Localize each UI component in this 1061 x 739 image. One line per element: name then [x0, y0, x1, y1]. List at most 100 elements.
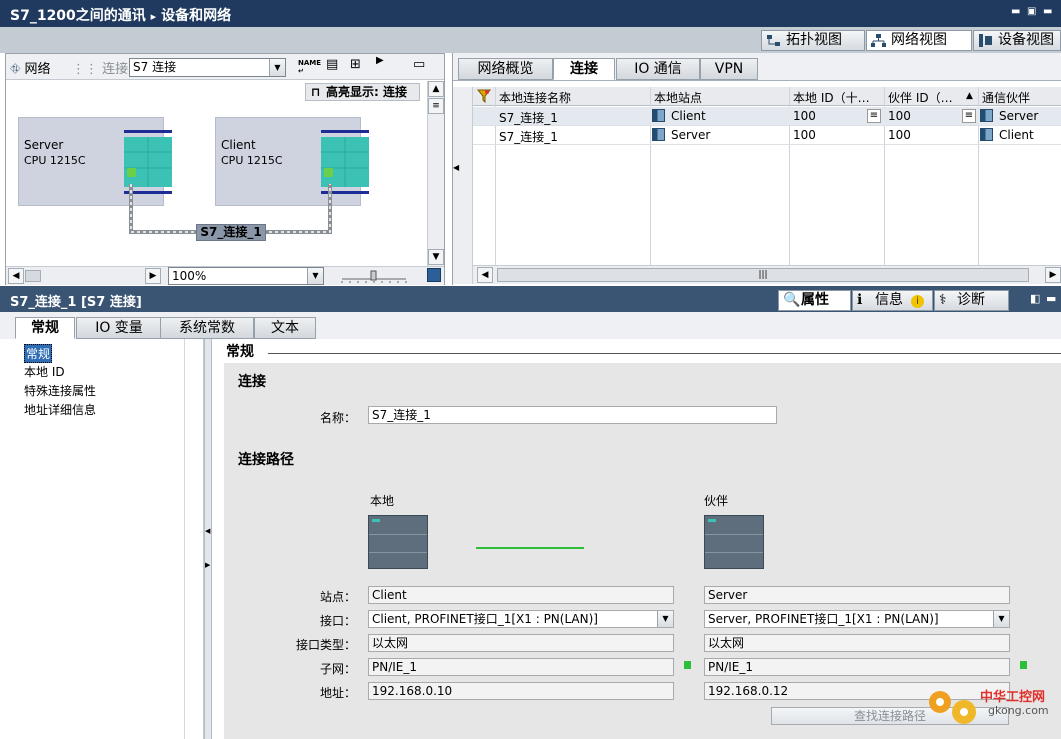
diagnostics-button[interactable]: ⚕ 诊断: [934, 290, 1009, 311]
network-view-button[interactable]: 网络视图: [866, 30, 972, 51]
chevron-down-icon[interactable]: ▼: [657, 611, 673, 627]
expand-right-icon[interactable]: ▶: [205, 561, 210, 569]
scroll-right-icon[interactable]: ▶: [145, 268, 161, 284]
cell-partner: Server: [980, 109, 1038, 123]
tab-vpn[interactable]: VPN: [700, 58, 758, 80]
cell-partner: Client: [980, 128, 1034, 142]
tab-io-communication[interactable]: IO 通信: [616, 58, 700, 80]
tab-io-tags[interactable]: IO 变量: [76, 317, 162, 339]
local-label: 本地: [370, 494, 395, 508]
station-icon: [980, 128, 993, 141]
column-header[interactable]: 伙伴 ID（…: [888, 89, 953, 106]
gear-icon: [929, 691, 976, 724]
table-row[interactable]: S7_连接_1 Server 100 100 Client: [453, 126, 1061, 145]
cell-station: Server: [652, 128, 710, 142]
cell-local-id[interactable]: 100: [793, 109, 816, 123]
nav-item-special-properties[interactable]: 特殊连接属性: [24, 382, 96, 399]
grid-side-scrollbar[interactable]: ◀: [453, 87, 473, 284]
scroll-left-icon[interactable]: ◀: [8, 268, 24, 284]
column-header[interactable]: 本地 ID（十…: [793, 89, 870, 106]
column-header[interactable]: 本地站点: [654, 89, 702, 106]
cell-local-id[interactable]: 100: [793, 128, 816, 142]
float-panel-icon[interactable]: ◧: [1030, 292, 1040, 305]
sort-ascending-icon[interactable]: ▲: [966, 91, 973, 101]
nav-item-address-details[interactable]: 地址详细信息: [24, 401, 96, 418]
tab-general[interactable]: 常规: [15, 317, 75, 339]
horizontal-scrollbar[interactable]: ◀ ▶ 100% ▼: [6, 266, 444, 285]
section-divider: [268, 353, 1061, 354]
nav-item-local-id[interactable]: 本地 ID: [24, 363, 65, 380]
scroll-left-icon[interactable]: ◀: [477, 267, 493, 283]
collapse-icon[interactable]: ≡: [428, 98, 444, 114]
subnet-label: 子网：: [319, 662, 356, 676]
list-icon[interactable]: ≡: [962, 109, 976, 123]
grid-header: 本地连接名称 本地站点 本地 ID（十… 伙伴 ID（… ▲ 通信伙伴: [453, 87, 1061, 106]
partner-interface-select[interactable]: Server, PROFINET接口_1[X1 : PN(LAN)] ▼: [704, 610, 1010, 628]
local-address-field: 192.168.0.10: [368, 682, 674, 700]
info-icon: ℹ: [857, 292, 863, 308]
tab-texts[interactable]: 文本: [254, 317, 316, 339]
name-input[interactable]: S7_连接_1: [368, 406, 777, 424]
tab-connections[interactable]: 连接: [553, 58, 615, 80]
partner-plc-icon: [704, 515, 764, 569]
local-interface-type-field: 以太网: [368, 634, 674, 652]
zoom-select[interactable]: 100% ▼: [168, 267, 324, 285]
nav-item-general[interactable]: 常规: [24, 344, 53, 363]
panel-splitter[interactable]: ◀ ▶: [204, 339, 212, 739]
info-button[interactable]: ℹ 信息 i: [852, 290, 933, 311]
tab-network-overview[interactable]: 网络概览: [458, 58, 553, 80]
properties-title: S7_连接_1 [S7 连接]: [10, 295, 142, 310]
network-icon: [871, 34, 886, 47]
properties-button[interactable]: 🔍 属性: [778, 290, 851, 311]
connection-heading: 连接: [238, 374, 266, 390]
partner-label: 伙伴: [704, 494, 729, 508]
nav-scroll-area: [184, 339, 204, 739]
connection-label[interactable]: S7_连接_1: [196, 224, 266, 241]
local-subnet-field: PN/IE_1: [368, 658, 674, 676]
scroll-thumb[interactable]: |||: [497, 268, 1029, 282]
horizontal-scrollbar[interactable]: ◀ ||| ▶: [473, 265, 1061, 284]
filter-icon[interactable]: [477, 89, 491, 103]
collapse-arrow-icon[interactable]: ◀: [453, 157, 461, 179]
info-badge-icon: i: [911, 295, 924, 308]
overview-navigation-icon[interactable]: [427, 268, 441, 282]
cell-connection-name: S7_连接_1: [499, 130, 558, 144]
close-icon[interactable]: ▬: [1043, 7, 1055, 17]
cell-partner-id[interactable]: 100: [888, 128, 911, 142]
title-bar: S7_1200之间的通讯 ▸ 设备和网络 ▬ ▣ ▬: [0, 0, 1061, 27]
name-label: 名称：: [319, 411, 356, 425]
local-plc-icon: [368, 515, 428, 569]
chevron-down-icon[interactable]: ▼: [993, 611, 1009, 627]
station-icon: [980, 109, 993, 122]
table-row[interactable]: S7_连接_1 Client 100 ≡ 100 ≡ Server: [453, 107, 1061, 126]
properties-tabs: 常规 IO 变量 系统常数 文本: [0, 312, 1061, 339]
topology-view-button[interactable]: 拓扑视图: [761, 30, 865, 51]
chevron-down-icon[interactable]: ▼: [307, 268, 323, 284]
connections-panel: 网络概览 连接 IO 通信 VPN 本地连接名称 本地站点 本地 ID（十… 伙…: [452, 53, 1061, 285]
tab-system-constants[interactable]: 系统常数: [160, 317, 254, 339]
restore-icon[interactable]: ▣: [1027, 7, 1039, 17]
list-icon[interactable]: ≡: [867, 109, 881, 123]
network-status-icon: [684, 661, 691, 669]
watermark-logo: 中华工控网 gkong.com: [922, 682, 1058, 730]
device-view-button[interactable]: 设备视图: [973, 30, 1061, 51]
minimize-icon[interactable]: ▬: [1011, 7, 1023, 17]
scroll-right-icon[interactable]: ▶: [1045, 267, 1061, 283]
station-label: 站点：: [319, 590, 356, 604]
properties-navigation: 常规 本地 ID 特殊连接属性 地址详细信息: [8, 339, 204, 739]
minimize-panel-icon[interactable]: ▬: [1046, 292, 1056, 305]
column-header[interactable]: 本地连接名称: [499, 89, 571, 106]
scroll-down-icon[interactable]: ▼: [428, 249, 444, 265]
station-icon: [652, 128, 665, 141]
cell-partner-id[interactable]: 100: [888, 109, 911, 123]
zoom-slider[interactable]: [340, 269, 410, 283]
properties-content: 常规 连接 名称： S7_连接_1 连接路径 本地 伙伴 站点： 接口： 接口类…: [212, 339, 1061, 739]
local-station-field: Client: [368, 586, 674, 604]
collapse-left-icon[interactable]: ◀: [205, 527, 210, 535]
scroll-up-icon[interactable]: ▲: [428, 81, 444, 97]
local-interface-select[interactable]: Client, PROFINET接口_1[X1 : PN(LAN)] ▼: [368, 610, 674, 628]
vertical-scrollbar[interactable]: ▲ ≡ ▼: [427, 81, 444, 266]
scroll-thumb[interactable]: [25, 270, 41, 282]
column-header[interactable]: 通信伙伴: [982, 89, 1030, 106]
interface-type-label: 接口类型：: [295, 638, 356, 652]
